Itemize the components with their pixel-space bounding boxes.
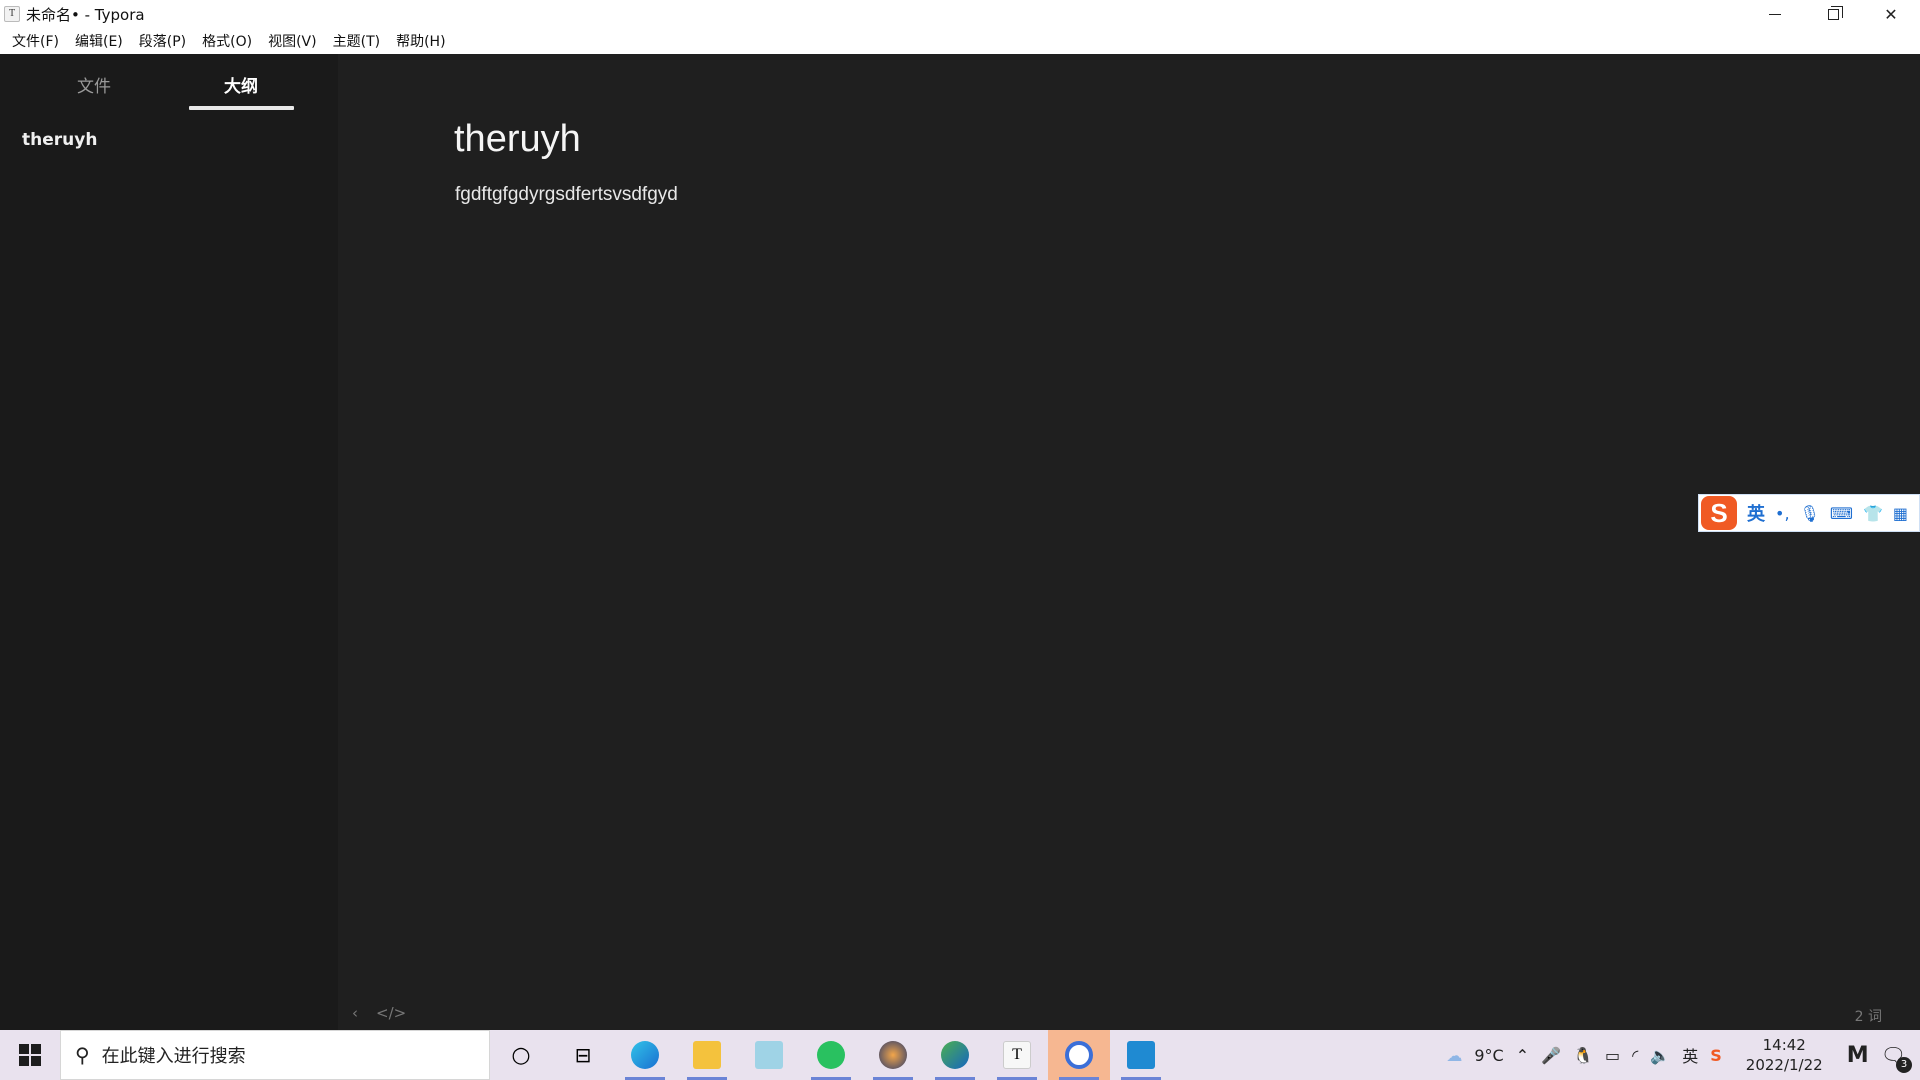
taskbar-explorer[interactable] <box>676 1030 738 1080</box>
clock-date: 2022/1/22 <box>1745 1056 1823 1074</box>
skin-icon[interactable]: 👕 <box>1863 504 1883 523</box>
typora-icon: T <box>1003 1041 1031 1069</box>
wechat-icon <box>817 1041 845 1069</box>
sogou-logo-icon[interactable]: S <box>1701 496 1737 530</box>
taskbar-chrome-app[interactable] <box>1048 1030 1110 1080</box>
menu-help[interactable]: 帮助(H) <box>388 31 453 51</box>
outline-item[interactable]: theruyh <box>22 130 97 150</box>
tab-files[interactable]: 文件 <box>77 72 111 97</box>
edge-icon <box>631 1041 659 1069</box>
globe-app-icon <box>879 1041 907 1069</box>
menu-format[interactable]: 格式(O) <box>194 31 260 51</box>
menu-file[interactable]: 文件(F) <box>4 31 67 51</box>
restore-button[interactable] <box>1804 0 1862 28</box>
ms-logo-icon[interactable]: M <box>1847 1043 1869 1068</box>
notification-count-badge: 3 <box>1896 1057 1912 1073</box>
ime-toolbar: S 英 •, 🎙 ⌨ 👕 ▦ <box>1698 494 1920 532</box>
weather-temperature[interactable]: 9°C <box>1474 1046 1503 1065</box>
close-button[interactable]: ✕ <box>1862 0 1920 28</box>
punctuation-icon[interactable]: •, <box>1775 504 1790 523</box>
sogou-tray-icon[interactable]: S <box>1710 1046 1722 1065</box>
window-controls: ✕ <box>1746 0 1920 28</box>
task-view-icon: ⊟ <box>574 1043 592 1067</box>
keyboard-icon[interactable]: ⌨ <box>1830 504 1853 523</box>
toggle-sidebar-icon[interactable]: ‹ <box>352 1004 358 1022</box>
clock-time: 14:42 <box>1762 1036 1806 1054</box>
minimize-icon <box>1769 13 1781 15</box>
download-manager-icon <box>941 1041 969 1069</box>
menu-view[interactable]: 视图(V) <box>260 31 325 51</box>
taskbar-app-globe[interactable] <box>862 1030 924 1080</box>
volume-icon[interactable]: 🔈 <box>1650 1046 1670 1065</box>
taskbar-wechat[interactable] <box>800 1030 862 1080</box>
cortana-icon: ○ <box>511 1042 531 1068</box>
sidebar: 文件 大纲 theruyh <box>0 54 338 1030</box>
taskbar-typora[interactable]: T <box>986 1030 1048 1080</box>
document-paragraph[interactable]: fgdftgfgdyrgsdfertsvsdfgyd <box>455 184 678 206</box>
microphone-tray-icon[interactable]: 🎤 <box>1541 1046 1561 1065</box>
word-count[interactable]: 2 词 <box>1855 1006 1882 1026</box>
taskbar-search[interactable]: ⚲ 在此键入进行搜索 <box>60 1030 490 1080</box>
restore-icon <box>1827 5 1843 20</box>
menu-themes[interactable]: 主题(T) <box>325 31 388 51</box>
toolbox-icon[interactable]: ▦ <box>1893 504 1908 523</box>
document-heading[interactable]: theruyh <box>454 118 581 161</box>
minimize-button[interactable] <box>1746 0 1804 28</box>
task-view-button[interactable]: ⊟ <box>552 1030 614 1080</box>
qq-icon[interactable]: 🐧 <box>1573 1046 1593 1065</box>
start-button[interactable] <box>0 1030 60 1080</box>
windows-icon <box>19 1044 41 1066</box>
editor-area[interactable]: theruyh fgdftgfgdyrgsdfertsvsdfgyd <box>338 54 1920 1030</box>
menu-bar: 文件(F) 编辑(E) 段落(P) 格式(O) 视图(V) 主题(T) 帮助(H… <box>0 28 1920 54</box>
title-bar: T 未命名• - Typora ✕ <box>0 0 1920 28</box>
taskbar-vscode[interactable] <box>1110 1030 1172 1080</box>
search-placeholder: 在此键入进行搜索 <box>101 1046 246 1067</box>
input-method-icon[interactable]: 英 <box>1682 1043 1698 1067</box>
battery-icon[interactable]: ▭ <box>1605 1046 1620 1065</box>
typora-app-icon: T <box>4 6 20 22</box>
vscode-icon <box>1127 1041 1155 1069</box>
tab-outline[interactable]: 大纲 <box>224 72 258 97</box>
microphone-icon[interactable]: 🎙 <box>1800 504 1820 523</box>
search-icon: ⚲ <box>75 1043 90 1067</box>
browser-icon <box>1065 1041 1093 1069</box>
wifi-icon[interactable]: ◜ <box>1632 1046 1638 1065</box>
sidebar-tabs: 文件 大纲 <box>0 54 338 112</box>
status-bar: ‹ </> 2 词 <box>338 998 1920 1030</box>
clock[interactable]: 14:42 2022/1/22 <box>1746 1035 1823 1075</box>
menu-edit[interactable]: 编辑(E) <box>67 31 131 51</box>
folder-icon <box>693 1041 721 1069</box>
window-title: 未命名• - Typora <box>26 5 145 24</box>
close-icon: ✕ <box>1884 4 1898 24</box>
status-bar-tools: ‹ </> <box>352 1004 406 1022</box>
taskbar: ⚲ 在此键入进行搜索 ○ ⊟ T ☁ 9°C ⌃ 🎤 🐧 ▭ ◜ 🔈 英 S 1… <box>0 1030 1920 1080</box>
cortana-button[interactable]: ○ <box>490 1030 552 1080</box>
ime-language-toggle[interactable]: 英 <box>1747 500 1765 526</box>
active-tab-indicator <box>189 106 294 110</box>
system-tray: ☁ 9°C ⌃ 🎤 🐧 ▭ ◜ 🔈 英 S 14:42 2022/1/22 M … <box>1446 1030 1920 1080</box>
taskbar-app-download[interactable] <box>924 1030 986 1080</box>
notification-center-button[interactable]: 🗨 3 <box>1881 1043 1912 1073</box>
taskbar-notes[interactable] <box>738 1030 800 1080</box>
source-code-mode-icon[interactable]: </> <box>376 1004 406 1022</box>
menu-paragraph[interactable]: 段落(P) <box>131 31 194 51</box>
show-hidden-icons-chevron-up-icon[interactable]: ⌃ <box>1516 1046 1529 1065</box>
taskbar-edge[interactable] <box>614 1030 676 1080</box>
weather-icon[interactable]: ☁ <box>1446 1046 1462 1065</box>
notes-icon <box>755 1041 783 1069</box>
